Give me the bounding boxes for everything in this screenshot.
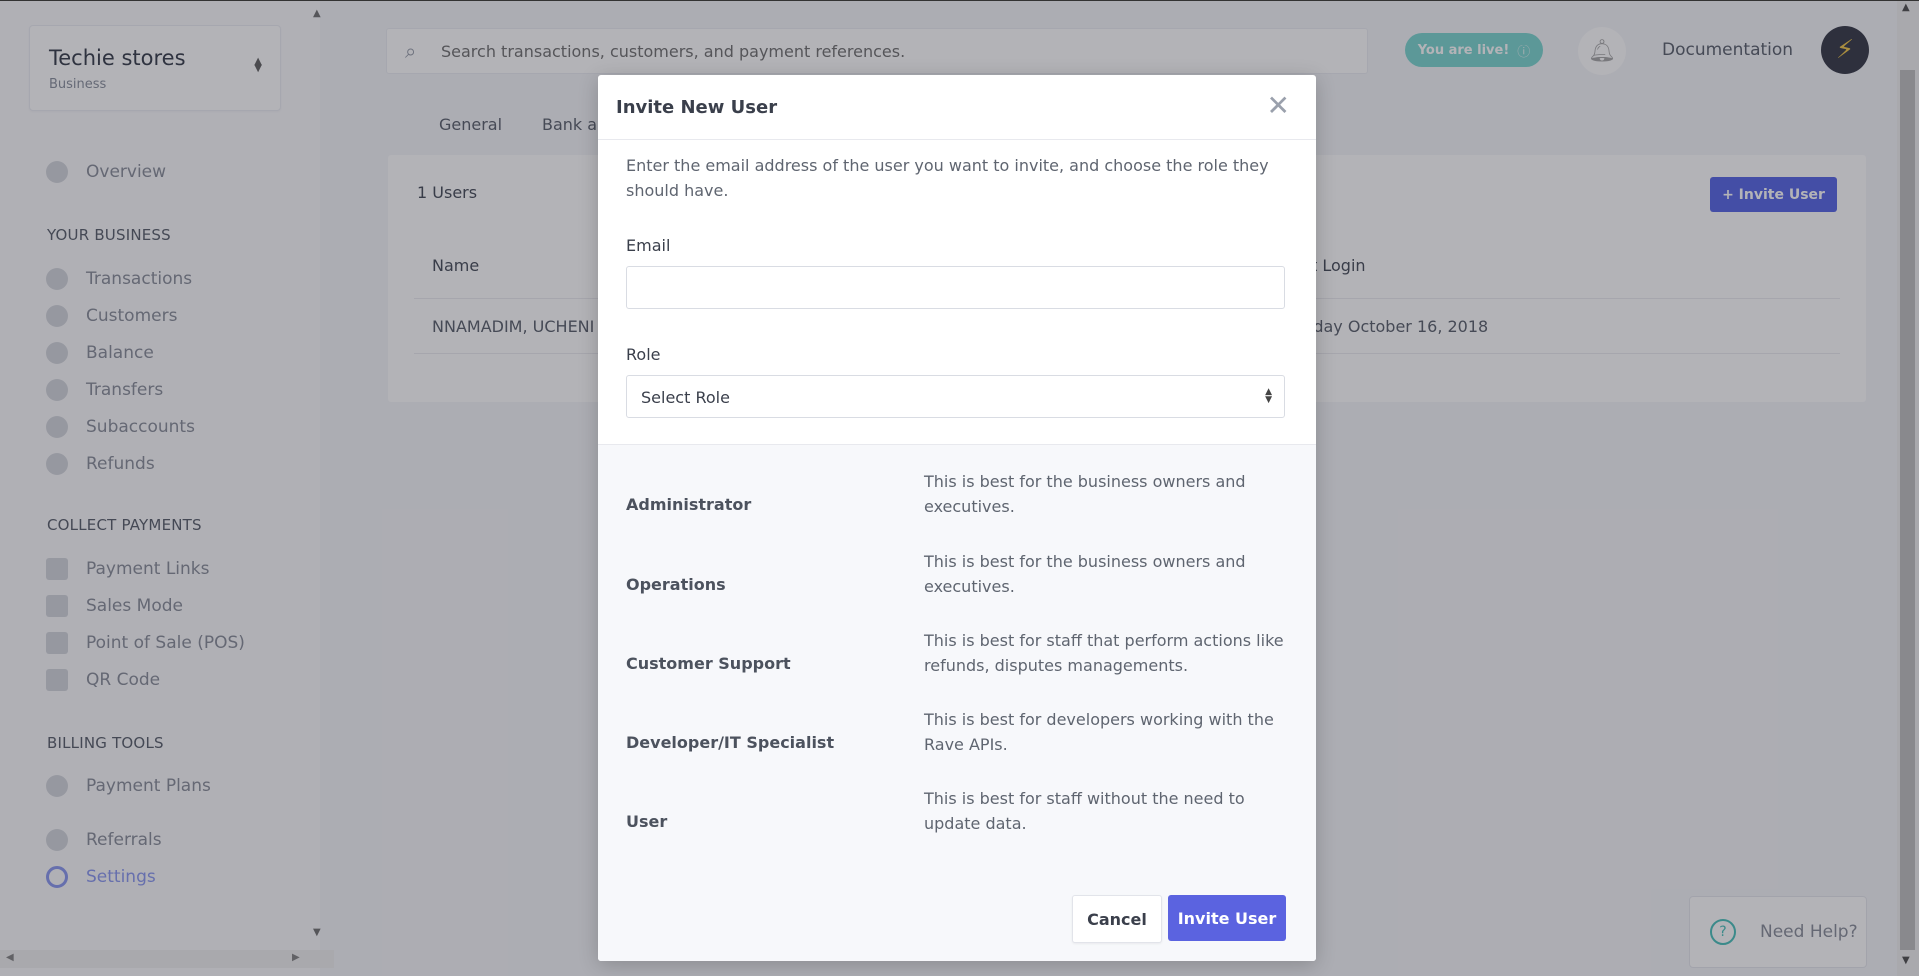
cancel-button[interactable]: Cancel: [1072, 895, 1162, 943]
role-desc-customer-support: This is best for staff that perform acti…: [924, 631, 1284, 675]
role-desc-developer: This is best for developers working with…: [924, 710, 1274, 754]
modal-title: Invite New User: [616, 97, 778, 118]
role-select-value: Select Role: [641, 388, 730, 407]
chevron-up-down-icon: ▲ ▼: [1265, 387, 1272, 405]
role-name-administrator: Administrator: [626, 495, 752, 514]
role-name-customer-support: Customer Support: [626, 654, 791, 673]
role-name-user: User: [626, 812, 668, 831]
close-icon[interactable]: ✕: [1267, 89, 1290, 122]
modal-footer: Cancel Invite User: [598, 875, 1316, 961]
invite-user-modal: Invite New User ✕ Enter the email addres…: [598, 75, 1316, 961]
role-desc-user: This is best for staff without the need …: [924, 789, 1245, 833]
role-desc-operations: This is best for the business owners and…: [924, 552, 1246, 596]
role-label: Role: [626, 345, 661, 364]
role-name-developer: Developer/IT Specialist: [626, 733, 835, 752]
email-label: Email: [626, 236, 671, 255]
window-top-border: [0, 0, 1919, 1]
modal-header: Invite New User ✕: [598, 75, 1316, 140]
email-field[interactable]: [626, 266, 1285, 309]
roles-description-panel: Administrator This is best for the busin…: [598, 444, 1316, 876]
invite-user-submit-button[interactable]: Invite User: [1168, 895, 1286, 941]
role-select[interactable]: Select Role ▲ ▼: [626, 375, 1285, 418]
role-name-operations: Operations: [626, 575, 726, 594]
modal-intro-text: Enter the email address of the user you …: [626, 156, 1269, 200]
role-desc-administrator: This is best for the business owners and…: [924, 472, 1246, 516]
